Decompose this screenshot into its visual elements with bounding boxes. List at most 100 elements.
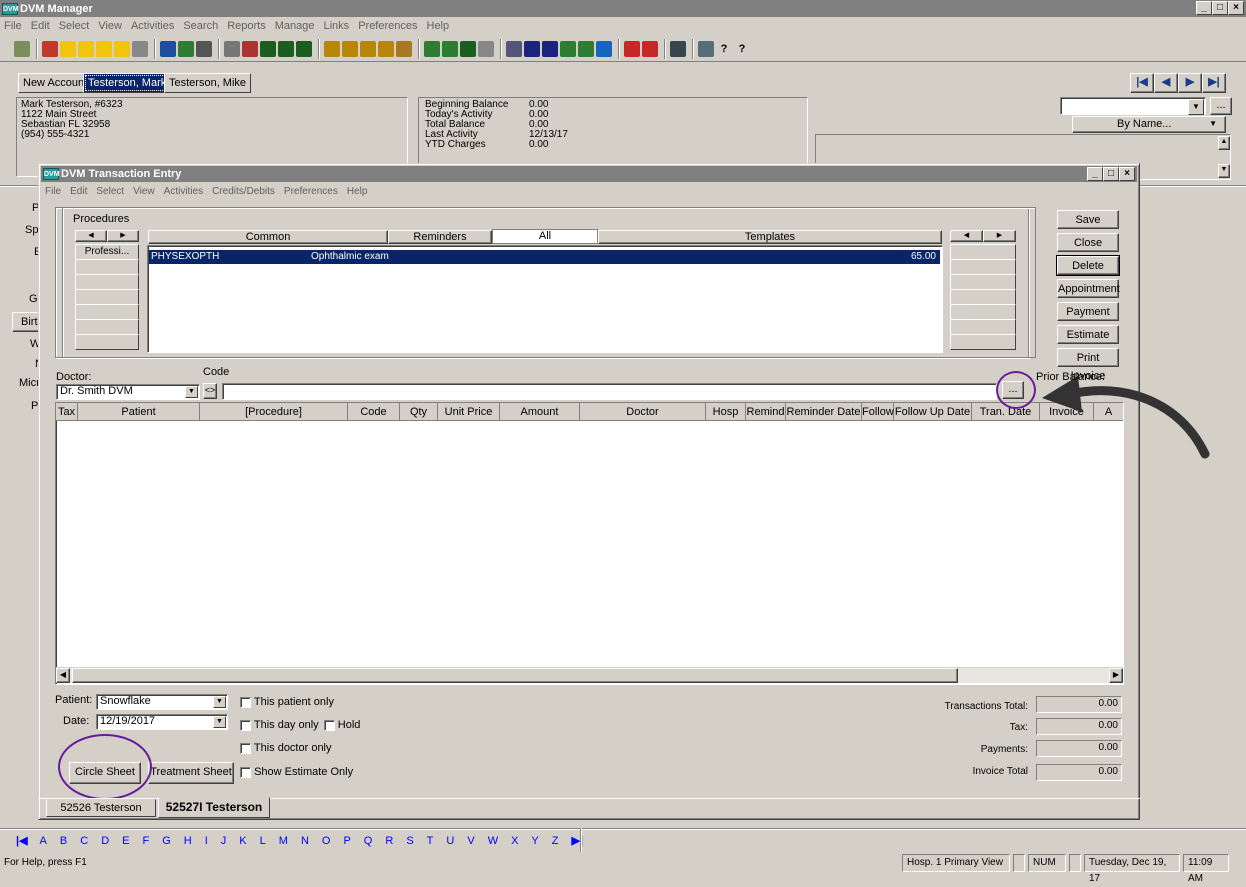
treatment-sheet-button[interactable]: Treatment Sheet (148, 762, 234, 784)
proc-right-next-button[interactable]: ▶ (983, 230, 1016, 242)
alpha-letter[interactable]: W (488, 835, 498, 847)
estimate-only-checkbox[interactable] (240, 766, 251, 778)
close-button[interactable]: Close (1057, 233, 1119, 252)
toolbar-icon[interactable] (78, 40, 94, 57)
menu-edit[interactable]: Edit (31, 20, 50, 32)
column-header[interactable]: Code (348, 403, 400, 421)
tab-testerson-mark[interactable]: Testerson, Mark (83, 73, 172, 93)
toolbar-icon[interactable] (242, 40, 258, 57)
toolbar-icon[interactable] (178, 40, 194, 57)
menu-manage[interactable]: Manage (275, 20, 315, 32)
code-toggle-button[interactable]: <> (203, 383, 217, 399)
procedure-template-button[interactable] (950, 319, 1016, 335)
patient-select[interactable]: Snowflake ▼ (96, 694, 228, 710)
patient-only-checkbox[interactable] (240, 696, 251, 708)
toolbar-icon[interactable] (670, 40, 686, 57)
menu-select[interactable]: Select (96, 186, 124, 197)
save-button[interactable]: Save (1057, 210, 1119, 229)
toolbar-icon[interactable] (278, 40, 294, 57)
column-header[interactable]: Doctor (580, 403, 706, 421)
alpha-letter[interactable]: H (184, 835, 192, 847)
next-record-button[interactable]: ▶ (1178, 73, 1202, 93)
alpha-letter[interactable]: F (142, 835, 149, 847)
procedure-row[interactable]: PHYSEXOPTH Ophthalmic exam 65.00 (149, 250, 940, 264)
toolbar-icon[interactable] (698, 40, 714, 57)
tab-all[interactable]: All (492, 229, 598, 244)
column-header[interactable]: Tax (56, 403, 78, 421)
alpha-letter[interactable]: J (221, 835, 227, 847)
last-record-button[interactable]: ▶| (1202, 73, 1226, 93)
alpha-letter[interactable]: X (511, 835, 518, 847)
procedure-category-button[interactable] (75, 304, 139, 320)
scroll-up-button[interactable]: ▲ (1218, 136, 1230, 150)
invoice-tab[interactable]: 52526 Testerson (46, 799, 156, 817)
column-header[interactable]: Hosp (706, 403, 746, 421)
column-header[interactable]: Remind (746, 403, 786, 421)
toolbar-icon[interactable] (296, 40, 312, 57)
search-browse-button[interactable]: ... (1210, 97, 1232, 115)
column-header[interactable]: Amount (500, 403, 580, 421)
menu-links[interactable]: Links (324, 20, 350, 32)
prev-record-button[interactable]: ◀ (1154, 73, 1178, 93)
scroll-down-button[interactable]: ▼ (1218, 164, 1230, 178)
alpha-letter[interactable]: E (122, 835, 129, 847)
minimize-button[interactable]: _ (1087, 167, 1103, 181)
toolbar-icon[interactable] (42, 40, 58, 57)
proc-right-prev-button[interactable]: ◀ (950, 230, 983, 242)
toolbar-icon[interactable] (578, 40, 594, 57)
close-button[interactable]: × (1228, 1, 1244, 15)
alpha-letter[interactable]: L (260, 835, 266, 847)
alpha-letter[interactable]: N (301, 835, 309, 847)
chevron-down-icon[interactable]: ▼ (185, 386, 198, 398)
toolbar-icon[interactable] (196, 40, 212, 57)
alpha-letter[interactable]: V (467, 835, 474, 847)
toolbar-icon[interactable] (114, 40, 130, 57)
column-header[interactable]: Follow Up Date (894, 403, 972, 421)
toolbar-icon[interactable] (96, 40, 112, 57)
toolbar-icon[interactable] (14, 40, 30, 57)
context-help-icon[interactable]: ? (734, 40, 750, 57)
alpha-letter[interactable]: Z (552, 835, 559, 847)
menu-select[interactable]: Select (59, 20, 90, 32)
grid-horizontal-scrollbar[interactable]: ◀ ▶ (56, 667, 1123, 683)
tab-templates[interactable]: Templates (598, 230, 942, 244)
procedure-category-button[interactable] (75, 259, 139, 275)
procedure-template-button[interactable] (950, 334, 1016, 350)
toolbar-icon[interactable] (132, 40, 148, 57)
toolbar-icon[interactable] (442, 40, 458, 57)
payment-button[interactable]: Payment (1057, 302, 1119, 321)
alpha-letter[interactable]: M (279, 835, 288, 847)
column-header[interactable]: Patient (78, 403, 200, 421)
menu-file[interactable]: File (45, 186, 61, 197)
menu-activities[interactable]: Activities (131, 20, 174, 32)
estimate-button[interactable]: Estimate (1057, 325, 1119, 344)
scroll-thumb[interactable] (72, 668, 958, 683)
scroll-left-button[interactable]: ◀ (56, 668, 70, 683)
search-by-dropdown[interactable]: By Name... ▼ (1072, 116, 1226, 133)
alpha-first-icon[interactable]: |◀ (16, 834, 28, 847)
menu-preferences[interactable]: Preferences (284, 186, 338, 197)
column-header[interactable]: Unit Price (438, 403, 500, 421)
chevron-down-icon[interactable]: ▼ (213, 696, 226, 708)
toolbar-icon[interactable] (478, 40, 494, 57)
close-button[interactable]: × (1119, 167, 1135, 181)
alpha-letter[interactable]: D (101, 835, 109, 847)
procedure-category-button[interactable]: Professi... (75, 244, 139, 260)
delete-button[interactable]: Delete (1056, 255, 1120, 276)
scroll-right-button[interactable]: ▶ (1109, 668, 1123, 683)
alpha-letter[interactable]: P (343, 835, 350, 847)
chevron-down-icon[interactable]: ▼ (1188, 99, 1204, 115)
toolbar-icon[interactable] (360, 40, 376, 57)
column-header[interactable]: Follow (862, 403, 894, 421)
menu-edit[interactable]: Edit (70, 186, 87, 197)
toolbar-icon[interactable] (342, 40, 358, 57)
procedure-template-button[interactable] (950, 259, 1016, 275)
procedure-category-button[interactable] (75, 319, 139, 335)
alpha-letter[interactable]: S (406, 835, 413, 847)
toolbar-icon[interactable] (224, 40, 240, 57)
doctor-select[interactable]: Dr. Smith DVM ▼ (56, 384, 200, 400)
chevron-down-icon[interactable]: ▼ (213, 716, 226, 728)
column-header[interactable]: Qty (400, 403, 438, 421)
menu-view[interactable]: View (98, 20, 122, 32)
proc-left-prev-button[interactable]: ◀ (75, 230, 107, 242)
